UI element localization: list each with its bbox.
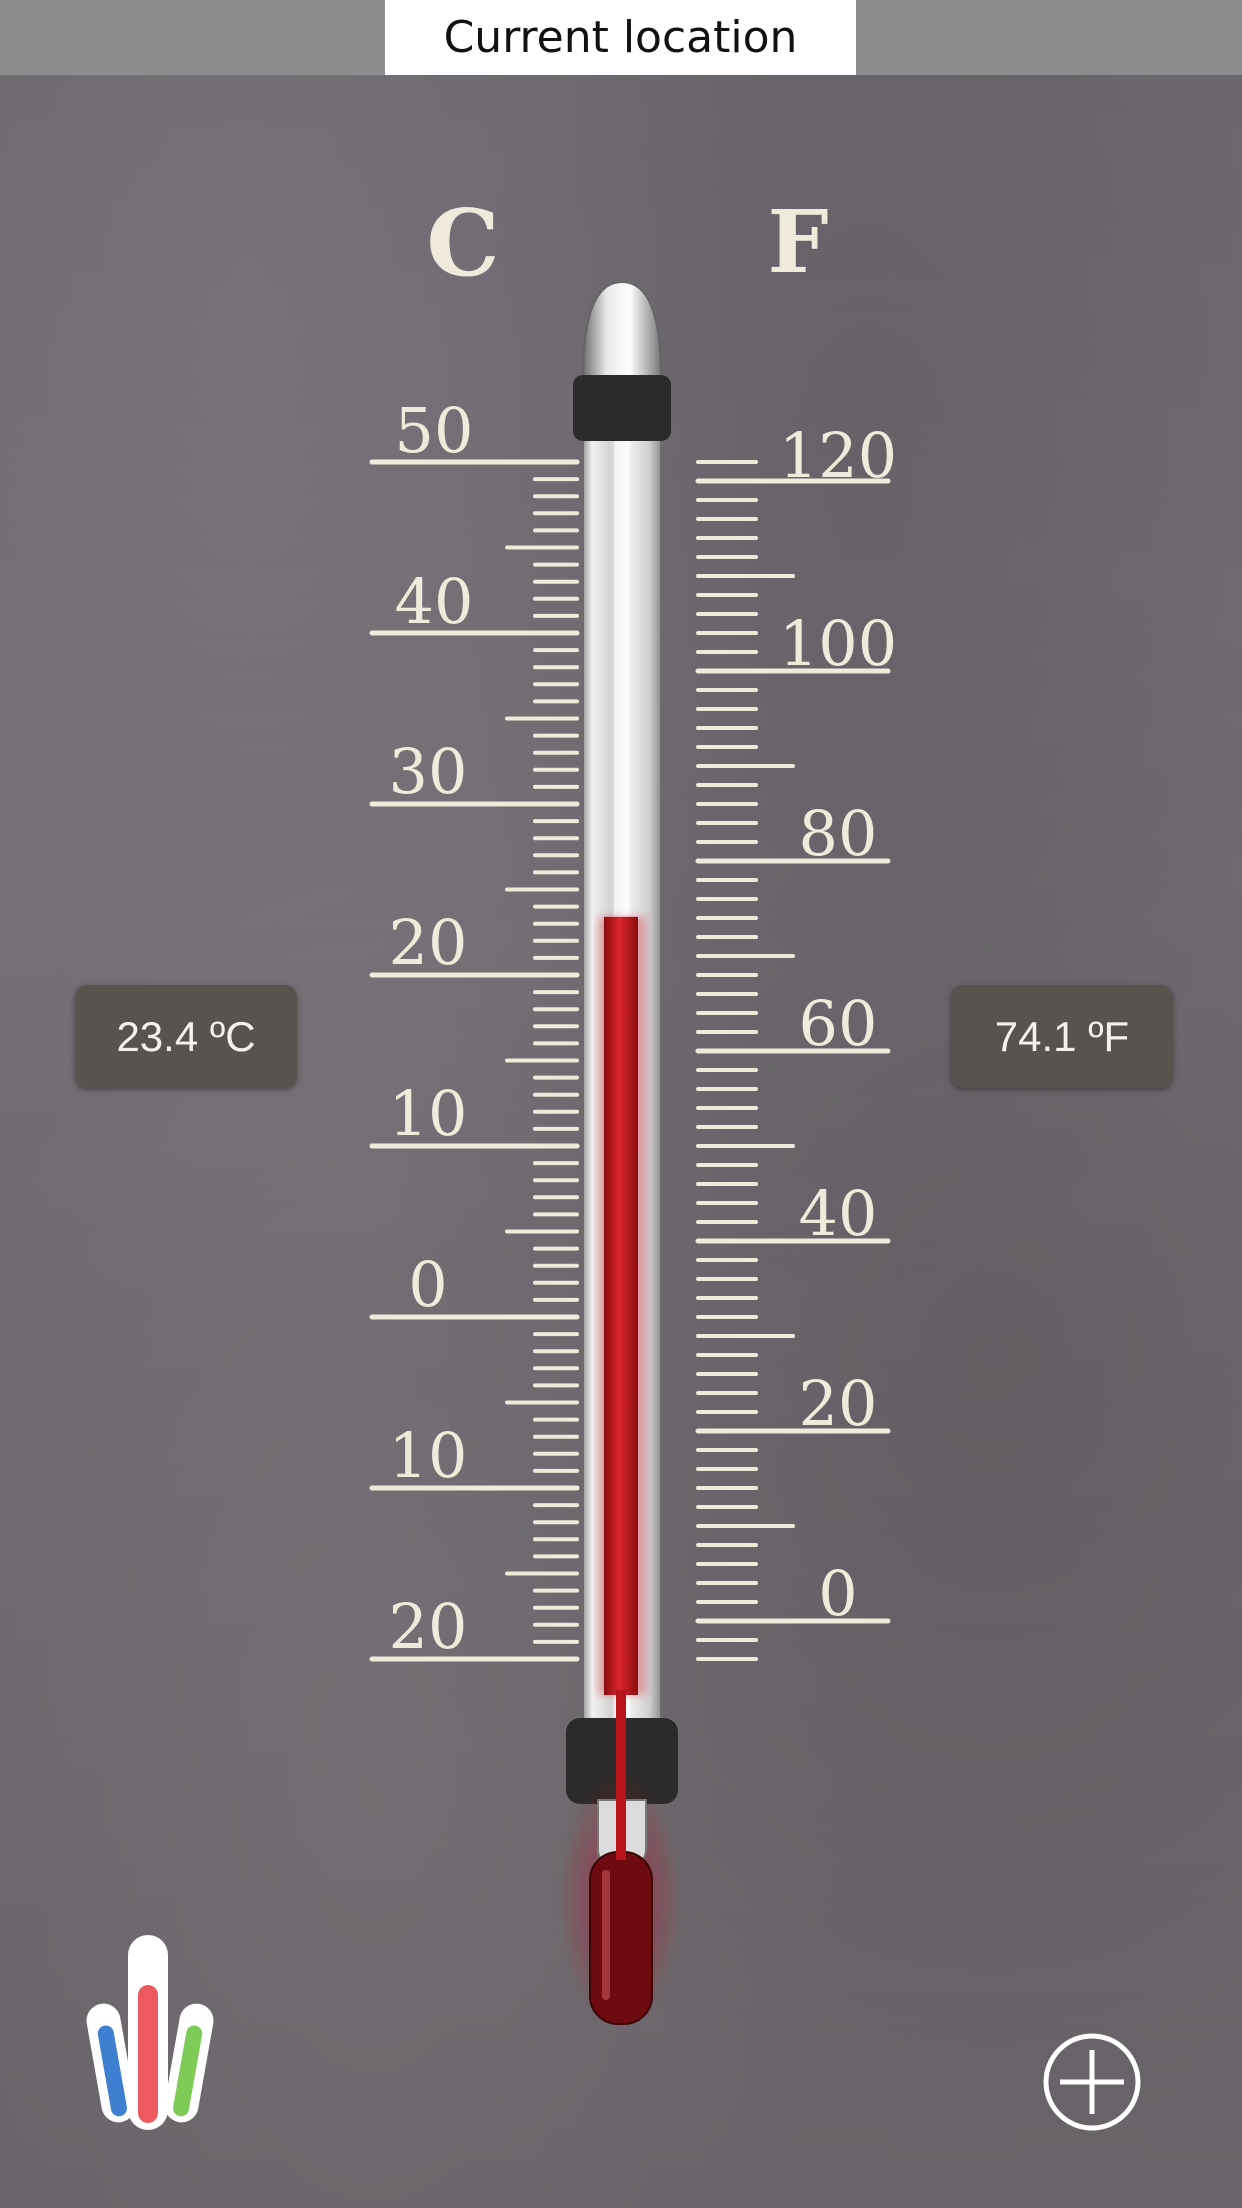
celsius-label: 50 — [395, 394, 474, 467]
celsius-label: 10 — [389, 1077, 468, 1150]
thermometer-bulb — [589, 1851, 653, 2025]
celsius-label: 30 — [389, 735, 468, 808]
fahrenheit-readout: 74.1 ºF — [951, 985, 1173, 1088]
thermometer-logo-icon[interactable] — [84, 1935, 216, 2130]
celsius-label: 0 — [408, 1248, 447, 1321]
celsius-unit-label: C — [426, 189, 499, 297]
celsius-label: 20 — [389, 1590, 468, 1663]
celsius-label: 20 — [389, 906, 468, 979]
thermometer: C F 50 40 30 20 10 0 10 20 120 100 80 60… — [84, 189, 1141, 2131]
mercury-column — [604, 916, 638, 1695]
plus-circle-icon[interactable] — [1043, 2033, 1141, 2131]
top-band — [573, 375, 671, 441]
tube-cap — [581, 280, 663, 379]
celsius-readout: 23.4 ºC — [75, 985, 297, 1088]
celsius-label: 10 — [389, 1419, 468, 1492]
bulb-highlight — [602, 1870, 610, 2000]
celsius-label: 40 — [395, 565, 474, 638]
mercury-neck — [616, 1690, 626, 1860]
fahrenheit-unit-label: F — [767, 192, 828, 293]
